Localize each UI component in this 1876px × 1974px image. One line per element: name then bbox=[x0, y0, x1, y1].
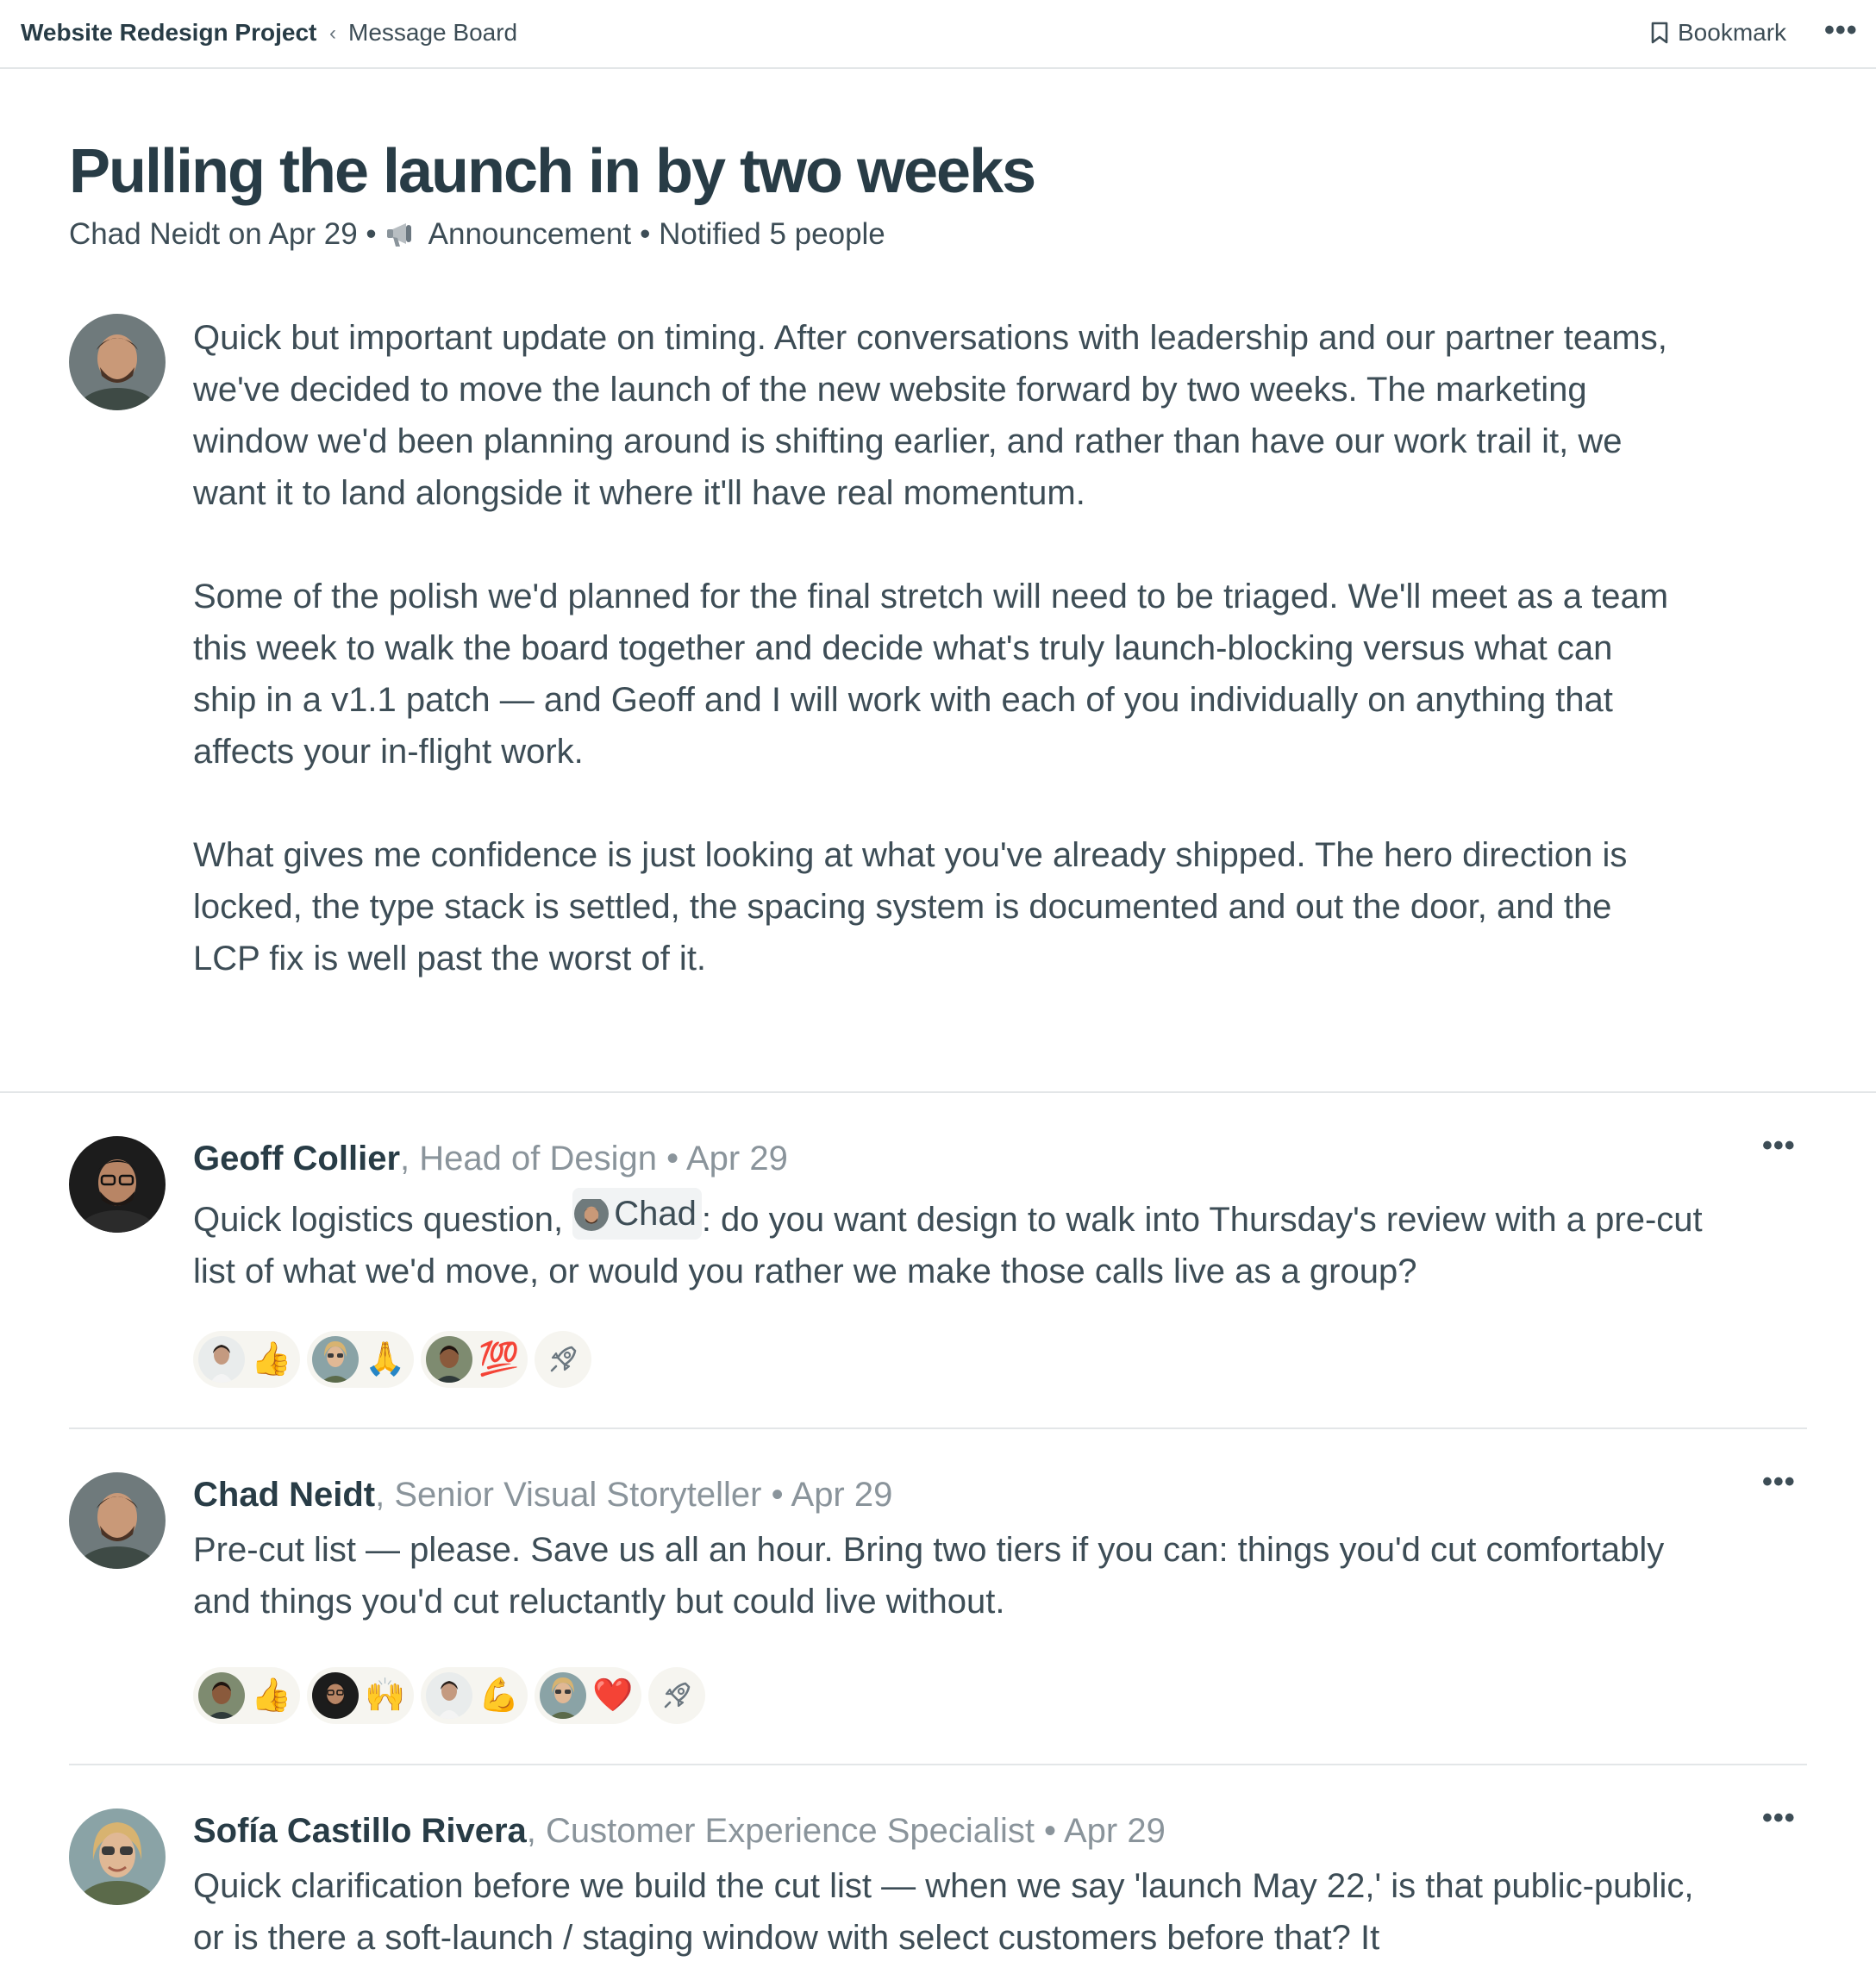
more-options-button[interactable]: ••• bbox=[1824, 14, 1858, 47]
mention-chip[interactable]: Chad bbox=[572, 1188, 702, 1240]
comment-more-button[interactable]: ••• bbox=[1762, 1129, 1796, 1163]
reaction-emoji: 👍 bbox=[251, 1677, 292, 1714]
post-meta: Chad Neidt on Apr 29 • Announcement • No… bbox=[69, 217, 885, 252]
avatar bbox=[198, 1672, 245, 1719]
comment-author[interactable]: Sofía Castillo Rivera bbox=[193, 1812, 527, 1850]
divider bbox=[69, 1764, 1807, 1765]
comment-more-button[interactable]: ••• bbox=[1762, 1802, 1796, 1835]
reaction-bar: 👍 🙌 💪 ❤️ bbox=[193, 1667, 705, 1724]
reaction-pill[interactable]: 🙏 bbox=[307, 1331, 414, 1388]
comment-text: Quick logistics question, Chad: do you w… bbox=[193, 1188, 1710, 1297]
reaction-emoji: 🙌 bbox=[365, 1677, 406, 1714]
comment-more-button[interactable]: ••• bbox=[1762, 1465, 1796, 1499]
chevron-left-icon: ‹ bbox=[329, 22, 336, 45]
reaction-pill[interactable]: ❤️ bbox=[535, 1667, 641, 1724]
add-reaction-button[interactable] bbox=[535, 1331, 591, 1388]
add-reaction-button[interactable] bbox=[648, 1667, 705, 1724]
top-bar: Website Redesign Project ‹ Message Board… bbox=[0, 0, 1876, 69]
reaction-pill[interactable]: 💪 bbox=[421, 1667, 528, 1724]
reaction-emoji: ❤️ bbox=[592, 1677, 634, 1714]
post-author-date: Chad Neidt on Apr 29 • bbox=[69, 217, 377, 251]
comment-header: Geoff Collier, Head of Design • Apr 29 bbox=[193, 1140, 788, 1178]
post-category[interactable]: Announcement bbox=[428, 217, 631, 252]
bookmark-button[interactable]: Bookmark bbox=[1650, 19, 1786, 47]
megaphone-icon bbox=[386, 223, 411, 247]
reaction-emoji: 🙏 bbox=[365, 1341, 406, 1377]
bookmark-label: Bookmark bbox=[1678, 19, 1787, 46]
comment-role-date: , Senior Visual Storyteller • Apr 29 bbox=[375, 1476, 893, 1514]
mention-name: Chad bbox=[614, 1195, 697, 1233]
post-paragraph: Some of the polish we'd planned for the … bbox=[193, 578, 1669, 771]
reaction-pill[interactable]: 💯 bbox=[421, 1331, 528, 1388]
avatar bbox=[574, 1196, 610, 1231]
comment-text: Pre-cut list — please. Save us all an ho… bbox=[193, 1531, 1665, 1621]
comment-author[interactable]: Geoff Collier bbox=[193, 1140, 400, 1178]
comment-text-start: Quick logistics question, bbox=[193, 1201, 573, 1239]
rocket-icon bbox=[664, 1682, 691, 1709]
avatar[interactable] bbox=[69, 1472, 166, 1569]
post-notified[interactable]: • Notified 5 people bbox=[640, 217, 885, 252]
avatar[interactable] bbox=[69, 1136, 166, 1233]
reaction-pill[interactable]: 👍 bbox=[193, 1331, 300, 1388]
post-paragraph: Quick but important update on timing. Af… bbox=[193, 319, 1667, 512]
page-title: Pulling the launch in by two weeks bbox=[69, 137, 1036, 206]
avatar bbox=[426, 1672, 472, 1719]
reaction-pill[interactable]: 👍 bbox=[193, 1667, 300, 1724]
reaction-bar: 👍 🙏 💯 bbox=[193, 1331, 591, 1388]
comment-role-date: , Head of Design • Apr 29 bbox=[400, 1140, 788, 1178]
divider bbox=[69, 1427, 1807, 1429]
comment-header: Sofía Castillo Rivera, Customer Experien… bbox=[193, 1812, 1166, 1851]
comment-role-date: , Customer Experience Specialist • Apr 2… bbox=[526, 1812, 1166, 1850]
divider bbox=[0, 1091, 1876, 1093]
avatar[interactable] bbox=[69, 314, 166, 410]
reaction-emoji: 👍 bbox=[251, 1341, 292, 1377]
bookmark-icon bbox=[1651, 22, 1668, 44]
breadcrumb-project[interactable]: Website Redesign Project bbox=[21, 19, 316, 47]
avatar bbox=[198, 1336, 245, 1383]
comment-author[interactable]: Chad Neidt bbox=[193, 1476, 375, 1514]
avatar bbox=[540, 1672, 586, 1719]
breadcrumb-message-board[interactable]: Message Board bbox=[348, 19, 517, 47]
post-paragraph: What gives me confidence is just looking… bbox=[193, 836, 1628, 978]
comment-text: Quick clarification before we build the … bbox=[193, 1867, 1694, 1957]
reaction-emoji: 💪 bbox=[478, 1677, 520, 1714]
avatar[interactable] bbox=[69, 1808, 166, 1905]
avatar bbox=[312, 1672, 359, 1719]
avatar bbox=[426, 1336, 472, 1383]
comment-header: Chad Neidt, Senior Visual Storyteller • … bbox=[193, 1476, 892, 1515]
post-body: Quick but important update on timing. Af… bbox=[193, 312, 1676, 1036]
reaction-pill[interactable]: 🙌 bbox=[307, 1667, 414, 1724]
rocket-icon bbox=[550, 1346, 577, 1372]
avatar bbox=[312, 1336, 359, 1383]
reaction-emoji: 💯 bbox=[478, 1341, 520, 1377]
